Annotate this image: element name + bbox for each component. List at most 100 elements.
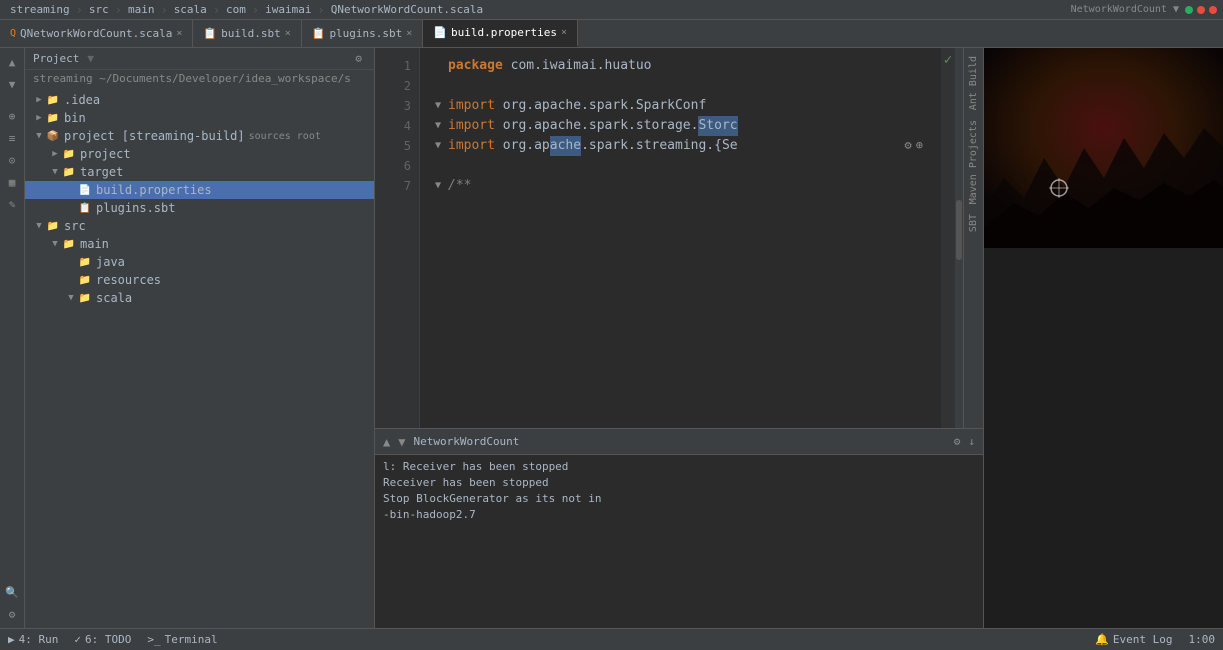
top-bar-src[interactable]: src: [83, 3, 115, 16]
console-area: ▲ ▼ NetworkWordCount ⚙ ↓ l: Receiver has…: [375, 428, 983, 628]
plugins-file-icon: 📋: [312, 27, 326, 40]
console-title: NetworkWordCount: [413, 435, 519, 448]
top-bar-main[interactable]: main: [122, 3, 161, 16]
top-bar-scala[interactable]: scala: [168, 3, 213, 16]
tab-close-buildsbt[interactable]: ×: [285, 28, 291, 39]
sidebar-btn-up[interactable]: ▲: [2, 52, 22, 72]
arrow-scala: ▼: [65, 293, 77, 303]
tab-plugins[interactable]: 📋 plugins.sbt ×: [302, 20, 424, 47]
top-bar-streaming[interactable]: streaming: [4, 3, 76, 16]
fold-7[interactable]: ▼: [428, 176, 448, 196]
arrow-project: ▼: [33, 131, 45, 141]
todo-label: 6: TODO: [85, 633, 131, 646]
console-up-btn[interactable]: ▲: [383, 435, 390, 449]
status-run[interactable]: ▶ 4: Run: [8, 633, 58, 646]
folder-main-icon: 📁: [61, 237, 77, 251]
tree-src[interactable]: ▼ 📁 src: [25, 217, 374, 235]
folder-src-icon: 📁: [45, 219, 61, 233]
status-todo[interactable]: ✓ 6: TODO: [74, 633, 131, 646]
folder-java-icon: 📁: [77, 255, 93, 269]
editor-toolbar: ⚙ ⊕: [905, 138, 923, 152]
sidebar-btn-bottom1[interactable]: 🔍: [2, 582, 22, 602]
arrow-target: ▼: [49, 167, 61, 177]
tree-src-label: src: [64, 219, 86, 233]
console-down-btn[interactable]: ▼: [398, 435, 405, 449]
arrow-bin: ▶: [33, 113, 45, 123]
arrow-main: ▼: [49, 239, 61, 249]
toolbar-expand-icon[interactable]: ⊕: [916, 138, 923, 152]
top-bar-com[interactable]: com: [220, 3, 252, 16]
fold-3[interactable]: ▼: [428, 96, 448, 116]
fold-5[interactable]: ▼: [428, 136, 448, 156]
tree-java[interactable]: 📁 java: [25, 253, 374, 271]
terminal-label: Terminal: [165, 633, 218, 646]
sidebar-btn-tool1[interactable]: ⊕: [2, 106, 22, 126]
tree-idea[interactable]: ▶ 📁 .idea: [25, 91, 374, 109]
fold-4[interactable]: ▼: [428, 116, 448, 136]
ant-build-label[interactable]: Ant Build: [968, 52, 979, 114]
tree-project[interactable]: ▼ 📦 project [streaming-build] sources ro…: [25, 127, 374, 145]
run-icon: ▶: [8, 633, 15, 646]
sidebar-btn-tool3[interactable]: ⊙: [2, 150, 22, 170]
code-content[interactable]: package com.iwaimai.huatuo ▼ import org.…: [420, 48, 941, 428]
sidebar-btn-tool4[interactable]: ▦: [2, 172, 22, 192]
tree-project-sub-label: project: [80, 147, 131, 161]
folder-target-icon: 📁: [61, 165, 77, 179]
maven-label[interactable]: Maven Projects: [968, 116, 979, 208]
sidebar-btn-bottom2[interactable]: ⚙: [2, 604, 22, 624]
tab-close-qnetwork[interactable]: ×: [176, 28, 182, 39]
editor-vscroll[interactable]: [955, 48, 963, 428]
status-event-log[interactable]: 🔔 Event Log: [1095, 633, 1172, 646]
top-bar-file[interactable]: QNetworkWordCount.scala: [325, 3, 489, 16]
console-content: l: Receiver has been stopped Receiver ha…: [375, 455, 983, 628]
toolbar-settings-icon[interactable]: ⚙: [905, 138, 912, 152]
folder-bin-icon: 📁: [45, 111, 61, 125]
sbt-file-tree-icon: 📋: [77, 201, 93, 215]
tree-target[interactable]: ▼ 📁 target: [25, 163, 374, 181]
sidebar-btn-tool5[interactable]: ✎: [2, 194, 22, 214]
tree-project-sub[interactable]: ▶ 📁 project: [25, 145, 374, 163]
status-terminal[interactable]: >_ Terminal: [147, 633, 217, 646]
sidebar-settings-icon[interactable]: ⚙: [355, 52, 362, 65]
tree-bin-label: bin: [64, 111, 86, 125]
console-line-6: -bin-hadoop2.7: [383, 507, 975, 523]
tree-build-props-label: build.properties: [96, 183, 212, 197]
arrow-idea: ▶: [33, 95, 45, 105]
line-numbers: 1 2 3 4 5 6 7: [375, 48, 420, 428]
fold-1[interactable]: [428, 56, 448, 76]
top-bar-iwaimai[interactable]: iwaimai: [259, 3, 317, 16]
sbt-label[interactable]: SBT: [968, 210, 979, 236]
tree-scala[interactable]: ▼ 📁 scala: [25, 289, 374, 307]
sidebar-btn-tool2[interactable]: ≡: [2, 128, 22, 148]
tree-bin[interactable]: ▶ 📁 bin: [25, 109, 374, 127]
no-errors-icon: ✓: [944, 52, 952, 68]
time-label: 1:00: [1189, 633, 1216, 646]
tree-main[interactable]: ▼ 📁 main: [25, 235, 374, 253]
code-line-4: ▼ import org.apache.spark.storage.Storc: [428, 116, 941, 136]
console-settings-btn[interactable]: ⚙: [954, 435, 961, 448]
tree-plugins-sbt[interactable]: 📋 plugins.sbt: [25, 199, 374, 217]
project-sidebar: Project ▼ ⚙ streaming ~/Documents/Develo…: [25, 48, 375, 628]
tree-scala-label: scala: [96, 291, 132, 305]
console-line-1: l: Receiver has been stopped: [383, 459, 975, 475]
project-tree: ▶ 📁 .idea ▶ 📁 bin ▼ 📦 project [streaming…: [25, 87, 374, 628]
code-editor[interactable]: 1 2 3 4 5 6 7 package com.iwaimai.huatuo: [375, 48, 983, 428]
sidebar-btn-down[interactable]: ▼: [2, 74, 22, 94]
right-panel: [983, 48, 1223, 628]
tab-close-buildprops[interactable]: ×: [561, 27, 567, 38]
console-close-btn[interactable]: ↓: [968, 435, 975, 448]
top-bar: streaming › src › main › scala › com › i…: [0, 0, 1223, 20]
code-line-3: ▼ import org.apache.spark.SparkConf: [428, 96, 941, 116]
tree-build-properties[interactable]: 📄 build.properties: [25, 181, 374, 199]
tree-java-label: java: [96, 255, 125, 269]
tab-close-plugins[interactable]: ×: [406, 28, 412, 39]
tab-buildsbt[interactable]: 📋 build.sbt ×: [193, 20, 301, 47]
console-line-4: Stop BlockGenerator as its not in: [383, 491, 975, 507]
folder-project-sub-icon: 📁: [61, 147, 77, 161]
tab-buildprops[interactable]: 📄 build.properties ×: [423, 20, 578, 47]
tree-resources[interactable]: 📁 resources: [25, 271, 374, 289]
folder-idea-icon: 📁: [45, 93, 61, 107]
event-log-label: Event Log: [1113, 633, 1173, 646]
sidebar-project-label[interactable]: Project: [33, 52, 79, 65]
tab-qnetwork[interactable]: Q QNetworkWordCount.scala ×: [0, 20, 193, 47]
